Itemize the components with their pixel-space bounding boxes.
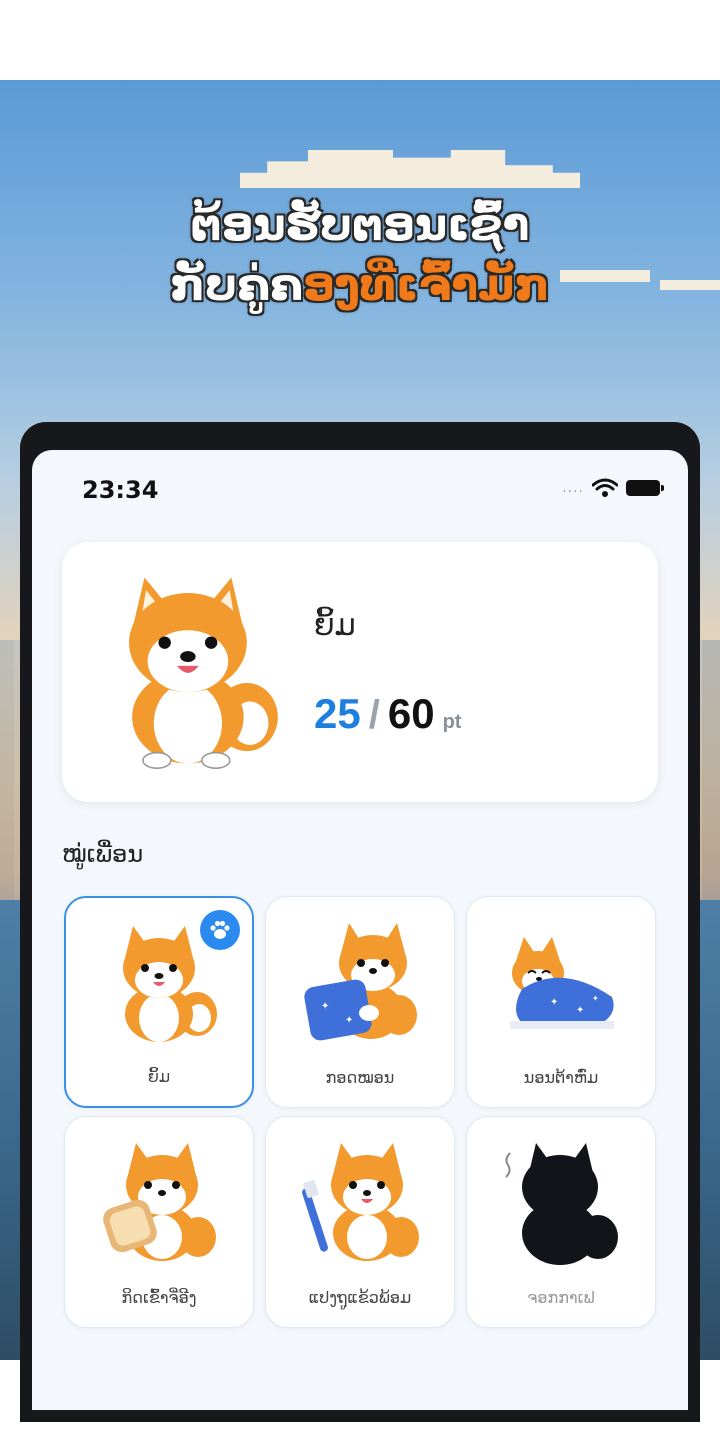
wifi-icon xyxy=(592,478,618,497)
pet-card-locked[interactable]: ຈອກກາເຟ xyxy=(466,1116,656,1328)
svg-text:✦: ✦ xyxy=(592,994,599,1003)
pixel-cloud xyxy=(240,150,580,188)
signal-dots: .... xyxy=(562,480,584,496)
status-icons: .... xyxy=(562,478,664,498)
app-screen: 23:34 .... ຍິ້ມ 25 / 60 pt ໝູ່ເພື່ອນ ຍິ້… xyxy=(32,450,688,1410)
promo-headline: ຕ້ອນຮັບຕອນເຊົ້າ ກັບຄູ່ຄອງທີ່ເຈົ້າມັກ xyxy=(0,196,720,316)
svg-text:✦: ✦ xyxy=(576,1005,584,1016)
battery-icon xyxy=(626,480,664,496)
headline-line-2-highlight: ອງທີ່ເຈົ້າມັກ xyxy=(303,260,550,311)
headline-line-1: ຕ້ອນຮັບຕອນເຊົ້າ xyxy=(190,200,530,251)
svg-text:✦: ✦ xyxy=(550,997,558,1008)
points-unit: pt xyxy=(442,711,462,733)
headline-line-2-plain: ກັບຄູ່ຄ xyxy=(170,260,303,311)
pet-card-toothbrush[interactable]: ແປງຖູແຂ້ວພ້ອມ xyxy=(265,1116,455,1328)
points-max: 60 xyxy=(387,690,435,737)
phone-frame: 23:34 .... ຍິ້ມ 25 / 60 pt ໝູ່ເພື່ອນ ຍິ້… xyxy=(20,422,700,1422)
pet-card-label: ຍິ້ມ xyxy=(147,1067,171,1086)
pet-card-blanket[interactable]: ✦ ✦ ✦ ນອນຕ້າຫົ່ມ xyxy=(466,896,656,1108)
points-separator: / xyxy=(368,693,380,737)
svg-text:✦: ✦ xyxy=(321,1001,329,1012)
pet-card-toast[interactable]: ກິດເຂົ້າຈີ່ອີງ xyxy=(64,1116,254,1328)
points-current: 25 xyxy=(314,690,361,737)
pet-card-label: ກອດໝອນ xyxy=(325,1068,395,1087)
pet-card-smile[interactable]: ຍິ້ມ xyxy=(64,896,254,1108)
headline-line-2: ກັບຄູ່ຄອງທີ່ເຈົ້າມັກ xyxy=(0,256,720,316)
shiba-toast-icon xyxy=(103,1143,216,1261)
shiba-blanket-icon: ✦ ✦ ✦ xyxy=(510,937,614,1029)
shiba-pillow-icon: ✦ ✦ xyxy=(304,923,417,1041)
shiba-smile-icon xyxy=(129,577,278,769)
pet-card-label: ຈອກກາເຟ xyxy=(527,1288,595,1307)
current-pet-name: ຍິ້ມ xyxy=(314,608,356,643)
pet-card-label: ແປງຖູແຂ້ວພ້ອມ xyxy=(308,1288,412,1307)
pet-collection-grid: ຍິ້ມ ✦ ✦ ກອດໝອນ ✦ ✦ ✦ ນອນຕ້າຫົ່ມ ກິດເຂົ້… xyxy=(64,896,660,1328)
collection-title: ໝູ່ເພື່ອນ xyxy=(62,840,144,868)
status-bar: 23:34 .... xyxy=(32,450,688,530)
locked-silhouette-icon xyxy=(505,1143,618,1265)
status-time: 23:34 xyxy=(82,476,159,504)
svg-text:✦: ✦ xyxy=(345,1015,353,1026)
points-display: 25 / 60 pt xyxy=(314,690,461,738)
shiba-smile-icon xyxy=(123,926,217,1042)
pet-card-pillow[interactable]: ✦ ✦ ກອດໝອນ xyxy=(265,896,455,1108)
pet-card-label: ນອນຕ້າຫົ່ມ xyxy=(523,1068,599,1087)
current-pet-card[interactable]: ຍິ້ມ 25 / 60 pt xyxy=(62,542,658,802)
pet-card-label: ກິດເຂົ້າຈີ່ອີງ xyxy=(121,1288,197,1307)
shiba-toothbrush-icon xyxy=(302,1143,419,1261)
